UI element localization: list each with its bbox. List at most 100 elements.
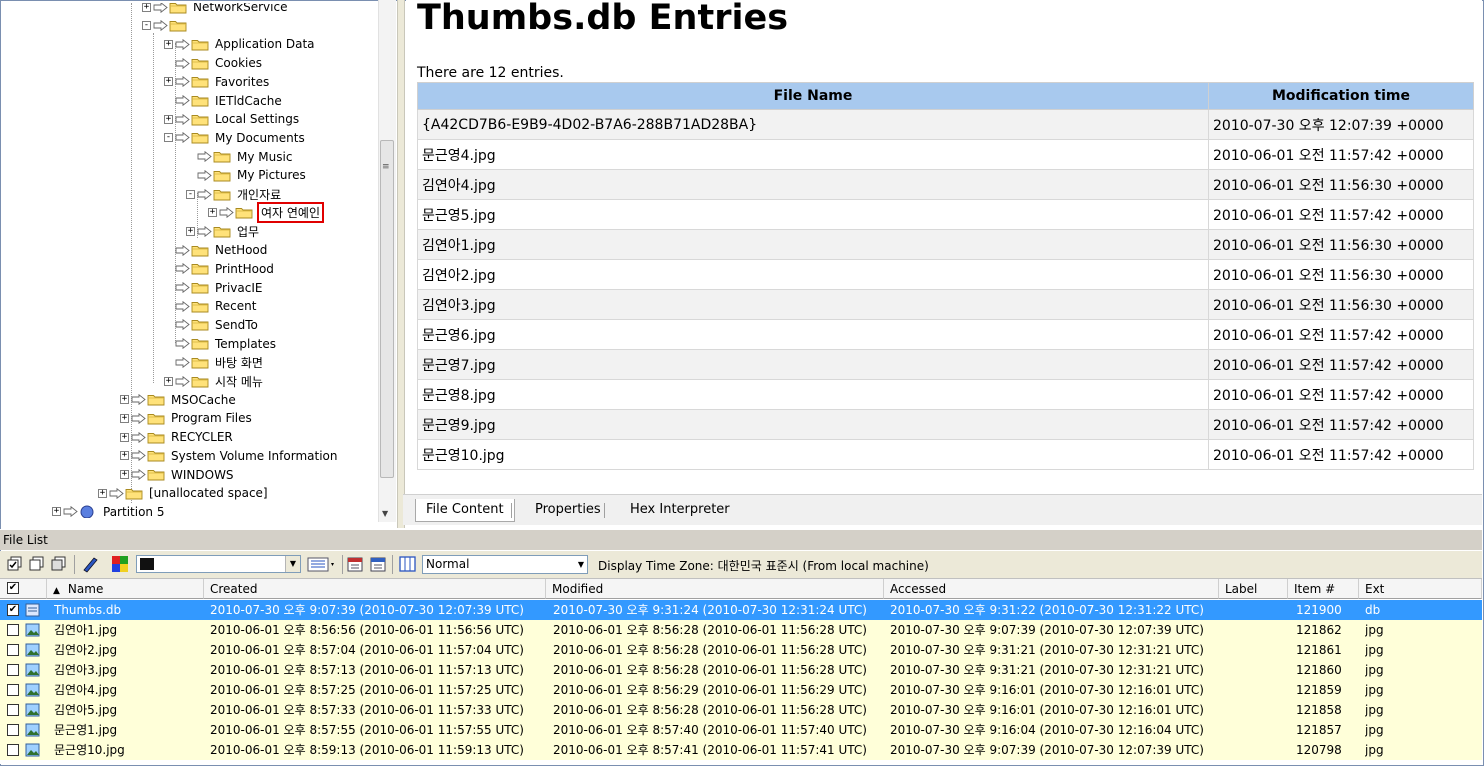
tree-node[interactable]: NetHood	[164, 241, 269, 259]
expand-icon[interactable]: +	[120, 470, 129, 479]
tree-node[interactable]: Cookies	[164, 54, 264, 72]
tree-node[interactable]: My Music	[186, 148, 294, 166]
expand-icon[interactable]: +	[164, 39, 173, 49]
column-header-check[interactable]: ✔	[0, 579, 47, 599]
collapse-icon[interactable]: -	[164, 133, 173, 143]
expand-icon[interactable]: +	[120, 413, 129, 423]
file-row[interactable]: 김연아3.jpg 2010-06-01 오후 8:57:13 (2010-06-0…	[0, 660, 1482, 680]
tree-scrollbar[interactable]: ≡ ▼	[378, 0, 396, 522]
tree-node[interactable]: + System Volume Information	[120, 447, 339, 465]
tree-node[interactable]: + Favorites	[164, 73, 271, 91]
file-row[interactable]: 김연아5.jpg 2010-06-01 오후 8:57:33 (2010-06-0…	[0, 700, 1482, 720]
entry-row: 김연아2.jpg 2010-06-01 오전 11:56:30 +0000	[417, 259, 1474, 290]
tree-node[interactable]: - My Documents	[164, 129, 307, 147]
cell-accessed: 2010-07-30 오후 9:16:01 (2010-07-30 12:16:…	[890, 683, 1204, 697]
expand-icon[interactable]: +	[120, 432, 129, 442]
expand-icon[interactable]: +	[120, 451, 129, 461]
cell-ext: jpg	[1365, 663, 1384, 677]
collapse-icon[interactable]: -	[186, 189, 195, 199]
file-row[interactable]: 문근영1.jpg 2010-06-01 오후 8:57:55 (2010-06-0…	[0, 720, 1482, 740]
column-view-icon[interactable]	[307, 555, 337, 573]
time-filter-icon[interactable]	[370, 555, 386, 573]
calendar-icon[interactable]	[347, 555, 363, 573]
tab-file-content[interactable]: File Content	[415, 499, 515, 522]
tree-node[interactable]: + MSOCache	[120, 391, 238, 409]
scroll-down-arrow-icon[interactable]: ▼	[382, 509, 388, 518]
row-checkbox[interactable]	[7, 704, 19, 716]
tree-node[interactable]: + NetworkService	[142, 3, 289, 16]
cell-item: 120798	[1296, 743, 1342, 757]
uncheck-all-icon[interactable]	[29, 555, 45, 573]
entry-modification-time: 2010-06-01 오전 11:57:42 +0000	[1208, 379, 1474, 410]
tree-node[interactable]: + 시작 메뉴	[164, 372, 265, 390]
tree-node[interactable]: + [unallocated space]	[98, 484, 270, 502]
tree-node[interactable]: + RECYCLER	[120, 428, 235, 446]
expand-icon[interactable]: +	[120, 395, 129, 405]
file-row[interactable]: 김연아1.jpg 2010-06-01 오후 8:56:56 (2010-06-0…	[0, 620, 1482, 640]
column-header-accessed[interactable]: Accessed	[884, 579, 1219, 599]
toggle-check-icon[interactable]	[51, 555, 67, 573]
pane-splitter[interactable]	[397, 0, 405, 528]
row-checkbox[interactable]: ✔	[7, 604, 19, 616]
expand-icon[interactable]: +	[52, 507, 61, 517]
highlight-color-select[interactable]: ▼	[136, 555, 301, 573]
expand-icon[interactable]: +	[208, 208, 217, 218]
header-checkbox[interactable]: ✔	[7, 582, 19, 594]
tree-node[interactable]: + 업무	[186, 222, 261, 240]
tree-node[interactable]: + Partition 5	[52, 503, 166, 521]
tree-node[interactable]: PrivacIE	[164, 279, 264, 297]
row-checkbox[interactable]	[7, 624, 19, 636]
file-row[interactable]: 문근영10.jpg 2010-06-01 오후 8:59:13 (2010-06-…	[0, 740, 1482, 760]
tree-node[interactable]: IETldCache	[164, 92, 284, 110]
tree-node[interactable]: My Pictures	[186, 166, 308, 184]
tree-node[interactable]: -	[142, 17, 191, 35]
tree-node[interactable]: Recent	[164, 297, 258, 315]
expand-icon[interactable]: +	[164, 114, 173, 124]
view-mode-select[interactable]: Normal ▼	[422, 555, 588, 574]
tab-hex-interpreter[interactable]: Hex Interpreter	[620, 499, 740, 521]
columns-layout-icon[interactable]	[399, 555, 416, 573]
expand-icon[interactable]: +	[98, 488, 107, 498]
tree-scrollbar-thumb[interactable]	[380, 140, 394, 478]
column-header-created[interactable]: Created	[204, 579, 546, 599]
row-checkbox[interactable]	[7, 644, 19, 656]
evidence-tree[interactable]: + NetworkService - + Application Data Cookies…	[3, 3, 396, 525]
expand-icon[interactable]: +	[164, 376, 173, 386]
entry-modification-time: 2010-06-01 오전 11:57:42 +0000	[1208, 439, 1474, 470]
column-header-item-number[interactable]: Item #	[1288, 579, 1359, 599]
tab-properties[interactable]: Properties	[525, 499, 611, 521]
folder-icon	[191, 283, 209, 294]
disk-icon	[80, 505, 94, 519]
column-header-ext[interactable]: Ext	[1359, 579, 1482, 599]
file-row[interactable]: 김연아4.jpg 2010-06-01 오후 8:57:25 (2010-06-0…	[0, 680, 1482, 700]
expand-icon[interactable]: +	[186, 226, 195, 236]
tree-node[interactable]: + Local Settings	[164, 110, 301, 128]
file-row[interactable]: 김연아2.jpg 2010-06-01 오후 8:57:04 (2010-06-0…	[0, 640, 1482, 660]
highlight-pen-icon[interactable]	[81, 555, 99, 573]
file-row[interactable]: ✔ Thumbs.db 2010-07-30 오후 9:07:39 (2010-07…	[0, 600, 1482, 620]
entry-row: 김연아3.jpg 2010-06-01 오전 11:56:30 +0000	[417, 289, 1474, 320]
tree-node[interactable]: + WINDOWS	[120, 466, 236, 484]
tree-node[interactable]: Templates	[164, 335, 278, 353]
tree-node[interactable]: + Application Data	[164, 35, 317, 53]
expand-icon[interactable]: +	[142, 3, 151, 12]
tree-node[interactable]: PrintHood	[164, 260, 276, 278]
tree-node[interactable]: 바탕 화면	[164, 353, 265, 371]
row-checkbox[interactable]	[7, 724, 19, 736]
row-checkbox[interactable]	[7, 744, 19, 756]
collapse-icon[interactable]: -	[142, 21, 151, 31]
column-header-modified[interactable]: Modified	[546, 579, 884, 599]
expand-icon[interactable]: +	[164, 77, 173, 87]
column-header-label[interactable]: Label	[1219, 579, 1288, 599]
tree-node-label: NetworkService	[193, 3, 288, 14]
tree-node[interactable]: SendTo	[164, 316, 260, 334]
report-view: Thumbs.db Entries There are 12 entries. …	[406, 0, 1482, 494]
color-palette-icon[interactable]	[111, 555, 129, 573]
tree-node[interactable]: + 여자 연예인	[208, 202, 325, 224]
tree-node[interactable]: + Program Files	[120, 409, 254, 427]
check-all-icon[interactable]	[7, 555, 23, 573]
tree-node[interactable]: - 개인자료	[186, 185, 283, 203]
row-checkbox[interactable]	[7, 664, 19, 676]
column-header-name[interactable]: ▲ Name	[47, 579, 204, 599]
row-checkbox[interactable]	[7, 684, 19, 696]
